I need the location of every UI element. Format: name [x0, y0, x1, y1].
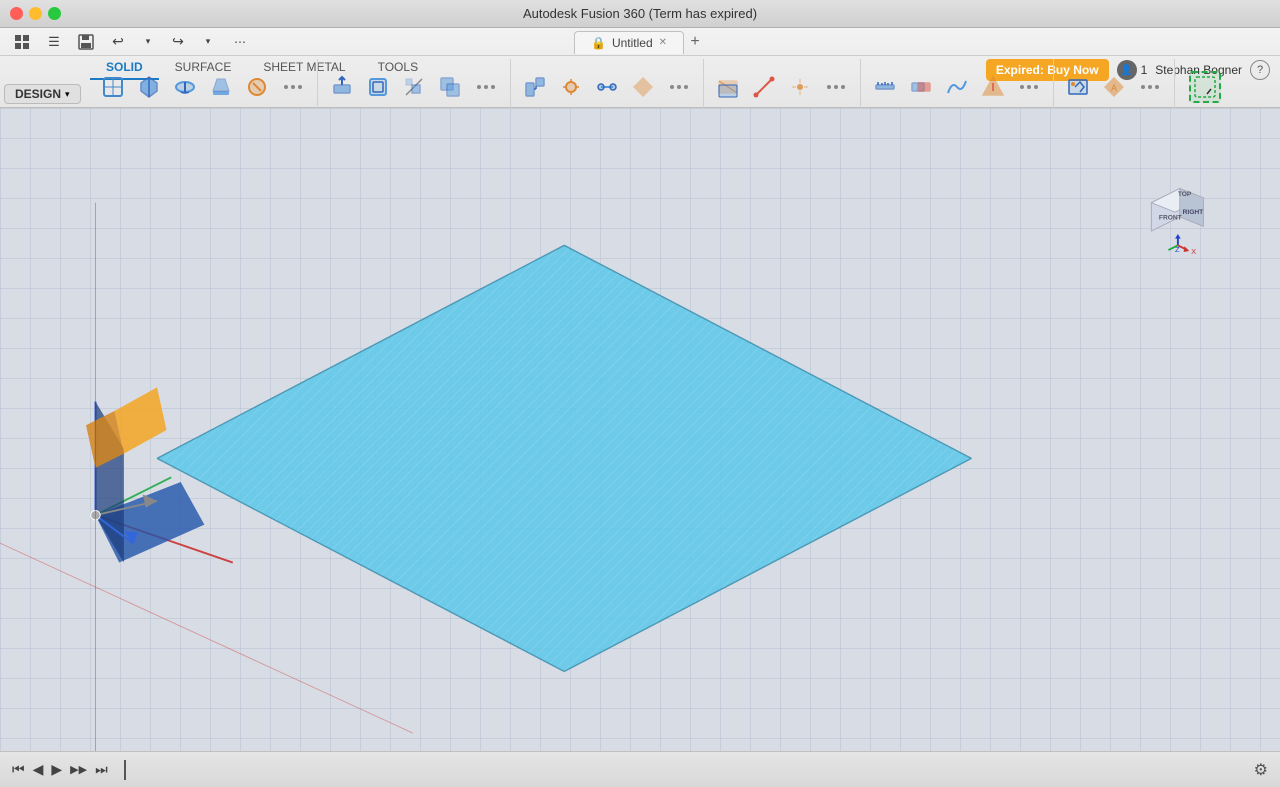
point-button[interactable] — [784, 71, 816, 103]
skip-forward-button[interactable]: ⏭ — [95, 761, 108, 778]
contact-sets-button[interactable] — [627, 71, 659, 103]
sketch-button[interactable] — [97, 71, 129, 103]
playback-controls: ⏮ ◀ ▶ ▶▶ ⏭ — [12, 760, 126, 780]
svg-text:X: X — [1191, 247, 1196, 256]
create-more-button[interactable] — [277, 71, 309, 103]
redo-button[interactable]: ↪ — [164, 28, 192, 56]
fillet-button[interactable] — [241, 71, 273, 103]
minimize-button[interactable] — [29, 7, 42, 20]
construct-icons — [712, 71, 852, 103]
modify-icons — [326, 71, 502, 103]
motion-link-button[interactable] — [591, 71, 623, 103]
assemble-icons — [519, 71, 695, 103]
undo-redo-group: ↩ ▾ ↪ ▾ — [104, 28, 222, 56]
assemble-more-button[interactable] — [663, 71, 695, 103]
loft-button[interactable] — [205, 71, 237, 103]
revolve-button[interactable] — [169, 71, 201, 103]
design-dropdown-arrow: ▾ — [65, 89, 70, 100]
combine-button[interactable] — [434, 71, 466, 103]
offset-plane-button[interactable] — [712, 71, 744, 103]
3d-viewport-svg: FRONT TOP RIGHT Z X — [0, 108, 1280, 751]
axis-button[interactable] — [748, 71, 780, 103]
help-button[interactable]: ? — [1250, 60, 1270, 80]
svg-text:RIGHT: RIGHT — [1183, 209, 1204, 216]
skip-back-button[interactable]: ⏮ — [12, 761, 25, 778]
design-dropdown[interactable]: DESIGN ▾ — [4, 84, 81, 104]
close-button[interactable] — [10, 7, 23, 20]
extrude-button[interactable] — [133, 71, 165, 103]
tab-close-button[interactable]: ✕ — [659, 37, 667, 48]
svg-text:TOP: TOP — [1178, 191, 1192, 198]
undo-button[interactable]: ↩ — [104, 28, 132, 56]
select-button[interactable] — [1189, 71, 1221, 103]
redo-dropdown[interactable]: ▾ — [194, 28, 222, 56]
viewport[interactable]: FRONT TOP RIGHT Z X — [0, 108, 1280, 751]
draft-analysis-button[interactable] — [977, 71, 1009, 103]
new-tab-button[interactable]: + — [684, 31, 706, 53]
svg-text:A: A — [1111, 83, 1117, 93]
svg-text:FRONT: FRONT — [1159, 215, 1182, 222]
inspect-icons — [869, 71, 1045, 103]
tab-title: Untitled — [612, 36, 653, 50]
document-tab[interactable]: 🔒 Untitled ✕ — [574, 31, 684, 54]
insert-icons: A — [1062, 71, 1166, 103]
shell-button[interactable] — [362, 71, 394, 103]
insert-canvas-button[interactable] — [1062, 71, 1094, 103]
design-label: DESIGN — [15, 87, 61, 101]
file-menu-button[interactable]: ☰ — [40, 28, 68, 56]
modify-more-button[interactable] — [470, 71, 502, 103]
tab-lock-icon: 🔒 — [591, 36, 606, 50]
decal-button[interactable]: A — [1098, 71, 1130, 103]
statusbar: ⏮ ◀ ▶ ▶▶ ⏭ ⚙ — [0, 751, 1280, 787]
back-button[interactable]: ◀ — [33, 761, 44, 778]
window-controls — [10, 7, 61, 20]
insert-more-button[interactable] — [1134, 71, 1166, 103]
scale-button[interactable] — [398, 71, 430, 103]
press-pull-button[interactable] — [326, 71, 358, 103]
measure-button[interactable] — [869, 71, 901, 103]
settings-button[interactable]: ⚙ — [1254, 760, 1268, 780]
select-icons — [1189, 71, 1221, 103]
play-button[interactable]: ▶ — [51, 761, 62, 778]
forward-button[interactable]: ▶▶ — [70, 763, 87, 776]
more-button[interactable]: ⋯ — [226, 28, 254, 56]
save-button[interactable] — [72, 28, 100, 56]
maximize-button[interactable] — [48, 7, 61, 20]
app-title: Autodesk Fusion 360 (Term has expired) — [523, 6, 757, 21]
titlebar: Autodesk Fusion 360 (Term has expired) — [0, 0, 1280, 28]
grid-menu-button[interactable] — [8, 28, 36, 56]
construct-more-button[interactable] — [820, 71, 852, 103]
create-icons — [97, 71, 309, 103]
curvature-comb-button[interactable] — [941, 71, 973, 103]
timeline-marker[interactable] — [124, 760, 126, 780]
joint-button[interactable] — [555, 71, 587, 103]
undo-dropdown[interactable]: ▾ — [134, 28, 162, 56]
inspect-more-button[interactable] — [1013, 71, 1045, 103]
new-component-button[interactable] — [519, 71, 551, 103]
interference-button[interactable] — [905, 71, 937, 103]
